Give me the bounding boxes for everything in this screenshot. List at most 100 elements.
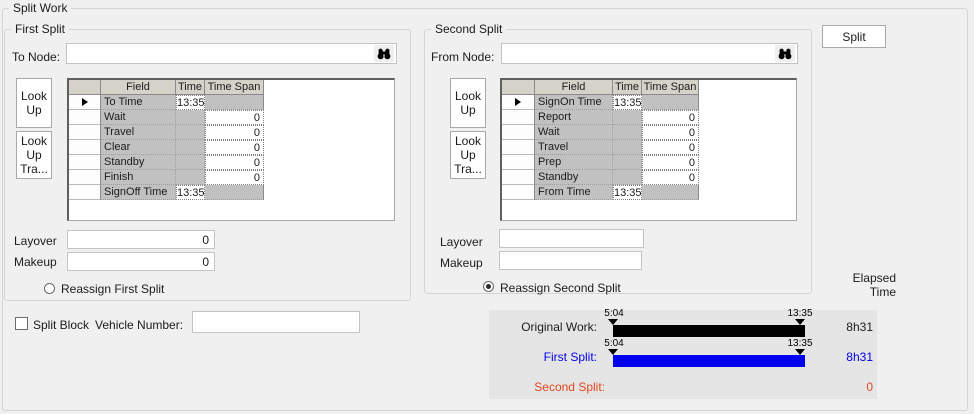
row-selector-cell[interactable] — [69, 170, 101, 185]
original-work-label: Original Work: — [521, 320, 597, 334]
time-span-value-cell[interactable]: 0 — [642, 110, 699, 125]
from-node-label: From Node: — [431, 50, 495, 64]
to-node-label: To Node: — [12, 50, 61, 64]
time-value-cell[interactable]: 13:35 — [613, 185, 642, 200]
time-value-cell[interactable]: 13:35 — [613, 95, 642, 110]
time-span-value-cell[interactable]: 0 — [642, 140, 699, 155]
layover-input-second[interactable] — [499, 229, 644, 248]
time-span-value-cell[interactable]: 0 — [205, 110, 264, 125]
reassign-first-split-radio[interactable] — [44, 283, 55, 294]
grid-row[interactable]: Wait 0 — [502, 125, 796, 140]
time-value-cell[interactable] — [176, 125, 205, 140]
split-block-checkbox[interactable] — [15, 317, 28, 330]
from-node-input[interactable] — [501, 43, 798, 64]
second-split-grid[interactable]: Field Time Time Span SignOn Time 13:35 Report… — [500, 78, 797, 221]
original-work-bar — [613, 325, 805, 337]
row-selector-cell[interactable] — [69, 155, 101, 170]
split-block-label: Split Block — [33, 318, 90, 332]
time-span-value-cell[interactable] — [205, 185, 264, 200]
to-node-input[interactable] — [66, 43, 397, 64]
time-span-value-cell[interactable] — [642, 95, 699, 110]
lookup-travel-button-first[interactable]: Look Up Tra... — [16, 131, 52, 179]
row-selector-cell[interactable] — [69, 125, 101, 140]
split-button[interactable]: Split — [822, 25, 886, 48]
makeup-label-first: Makeup — [14, 255, 57, 269]
grid-row[interactable]: Standby 0 — [502, 170, 796, 185]
time-value-cell[interactable] — [613, 125, 642, 140]
field-name-cell: Wait — [101, 110, 176, 125]
row-selector-cell[interactable] — [69, 140, 101, 155]
grid-column-header: Time Span — [642, 80, 699, 95]
time-value-cell[interactable] — [176, 110, 205, 125]
grid-column-header: Time — [176, 80, 205, 95]
time-span-value-cell[interactable]: 0 — [205, 155, 264, 170]
row-selector-cell[interactable] — [69, 110, 101, 125]
field-name-cell: From Time — [535, 185, 613, 200]
original-work-end-tick: 13:35 — [787, 308, 813, 319]
row-selector-cell[interactable] — [502, 155, 535, 170]
time-value-cell[interactable] — [613, 110, 642, 125]
grid-row[interactable]: Travel 0 — [69, 125, 394, 140]
layover-label-first: Layover — [14, 234, 57, 248]
time-value-cell[interactable] — [176, 170, 205, 185]
row-selector-cell[interactable] — [502, 125, 535, 140]
grid-row[interactable]: SignOn Time 13:35 — [502, 95, 796, 110]
field-name-cell: SignOn Time — [535, 95, 613, 110]
row-selector-cell[interactable] — [502, 110, 535, 125]
time-value-cell[interactable]: 13:35 — [176, 95, 205, 110]
first-split-start-tick: 5:04 — [604, 338, 624, 349]
lookup-travel-button-second[interactable]: Look Up Tra... — [450, 131, 486, 179]
grid-row[interactable]: SignOff Time 13:35 — [69, 185, 394, 200]
field-name-cell: Report — [535, 110, 613, 125]
time-span-value-cell[interactable]: 0 — [205, 125, 264, 140]
vehicle-number-label: Vehicle Number: — [95, 318, 184, 332]
time-span-value-cell[interactable] — [642, 185, 699, 200]
row-selector-cell[interactable] — [69, 95, 101, 110]
grid-row[interactable]: Finish 0 — [69, 170, 394, 185]
current-row-arrow-icon — [81, 98, 88, 106]
time-span-value-cell[interactable]: 0 — [642, 155, 699, 170]
row-selector-cell[interactable] — [502, 170, 535, 185]
first-split-chart-label: First Split: — [543, 350, 597, 364]
field-name-cell: Wait — [535, 125, 613, 140]
time-value-cell[interactable] — [613, 140, 642, 155]
second-split-title: Second Split — [431, 22, 507, 37]
grid-row[interactable]: Travel 0 — [502, 140, 796, 155]
time-value-cell[interactable] — [613, 170, 642, 185]
grid-row[interactable]: To Time 13:35 — [69, 95, 394, 110]
layover-input-first[interactable] — [67, 230, 215, 249]
row-selector-cell[interactable] — [69, 185, 101, 200]
from-node-search-button[interactable] — [775, 45, 795, 62]
field-name-cell: Finish — [101, 170, 176, 185]
lookup-button-second[interactable]: Look Up — [450, 78, 486, 128]
elapsed-time-header: Elapsed Time — [852, 271, 896, 299]
time-value-cell[interactable] — [613, 155, 642, 170]
to-node-search-button[interactable] — [374, 45, 394, 62]
makeup-input-second[interactable] — [499, 251, 642, 270]
second-split-chart-label: Second Split: — [534, 380, 605, 394]
reassign-second-split-radio[interactable] — [483, 281, 494, 292]
row-selector-cell[interactable] — [502, 185, 535, 200]
grid-row[interactable]: Prep 0 — [502, 155, 796, 170]
vehicle-number-input[interactable] — [192, 311, 360, 333]
lookup-button-first[interactable]: Look Up — [16, 78, 52, 128]
row-selector-cell[interactable] — [502, 140, 535, 155]
grid-row[interactable]: From Time 13:35 — [502, 185, 796, 200]
grid-row[interactable]: Report 0 — [502, 110, 796, 125]
time-span-value-cell[interactable]: 0 — [205, 140, 264, 155]
makeup-input-first[interactable] — [67, 252, 215, 271]
time-span-value-cell[interactable] — [205, 95, 264, 110]
original-work-start-tick: 5:04 — [604, 308, 624, 319]
time-span-value-cell[interactable]: 0 — [642, 170, 699, 185]
first-split-grid[interactable]: Field Time Time Span To Time 13:35 Wait 0 Trave… — [67, 78, 395, 221]
grid-row[interactable]: Standby 0 — [69, 155, 394, 170]
time-span-value-cell[interactable]: 0 — [642, 125, 699, 140]
row-selector-cell[interactable] — [502, 95, 535, 110]
grid-row[interactable]: Wait 0 — [69, 110, 394, 125]
time-value-cell[interactable] — [176, 155, 205, 170]
time-value-cell[interactable] — [176, 140, 205, 155]
time-value-cell[interactable]: 13:35 — [176, 185, 205, 200]
grid-row[interactable]: Clear 0 — [69, 140, 394, 155]
binoculars-icon — [377, 48, 391, 59]
time-span-value-cell[interactable]: 0 — [205, 170, 264, 185]
